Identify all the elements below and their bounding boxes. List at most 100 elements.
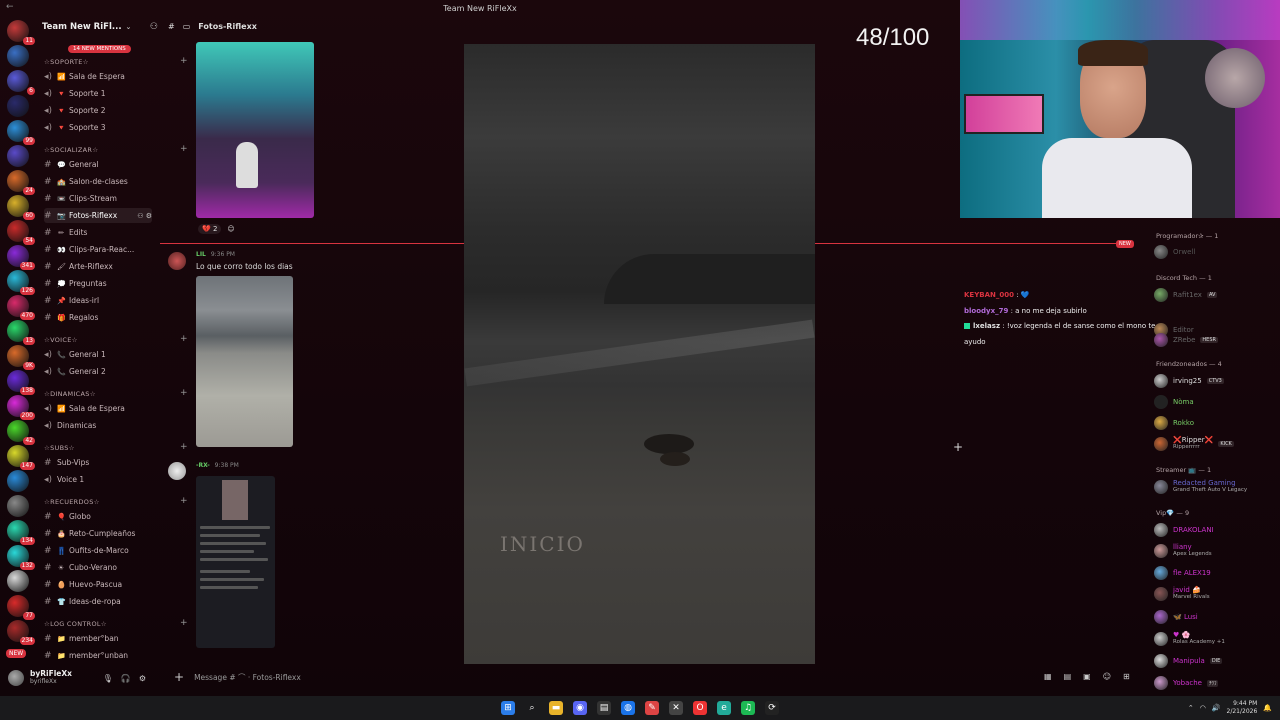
server-icon[interactable]: 147 bbox=[7, 445, 35, 470]
author-name[interactable]: LIL bbox=[196, 251, 206, 258]
channel-item[interactable]: # 👀 Clips-Para-Reac... bbox=[44, 242, 152, 257]
file-explorer-icon[interactable]: ▬ bbox=[549, 701, 563, 715]
channel-item[interactable]: ◂) Dinamicas bbox=[44, 418, 152, 433]
attachment-image[interactable] bbox=[196, 42, 314, 218]
volume-icon[interactable]: 🔊 bbox=[1212, 704, 1221, 712]
channel-category[interactable]: ☆RECUERDOS☆ + bbox=[44, 496, 188, 506]
chevron-up-icon[interactable]: ⌃ bbox=[1188, 704, 1194, 712]
start-icon[interactable]: ⊞ bbox=[501, 701, 515, 715]
channel-item[interactable]: # 🎁 Regalos bbox=[44, 310, 152, 325]
server-icon[interactable] bbox=[7, 145, 29, 167]
channel-item[interactable]: # ✏ Edits bbox=[44, 225, 152, 240]
member-row[interactable]: Nòma bbox=[1154, 394, 1276, 410]
add-member-icon[interactable]: ⚇ bbox=[150, 22, 158, 32]
server-icon[interactable] bbox=[7, 95, 29, 117]
server-icon[interactable]: 13 bbox=[7, 320, 35, 345]
server-icon[interactable]: 234 bbox=[7, 620, 35, 645]
channel-item[interactable]: # 👕 Ideas-de-ropa bbox=[44, 594, 152, 609]
channel-item[interactable]: # 📷 Fotos-Riflexx ⚇ ⚙ bbox=[44, 208, 152, 223]
member-row[interactable]: ♥ 🌸 Rolas Academy +1 bbox=[1154, 631, 1276, 647]
attachment-image[interactable] bbox=[196, 276, 293, 447]
server-icon[interactable]: 9K bbox=[7, 345, 35, 370]
bell-icon[interactable]: 🔔 bbox=[1263, 704, 1272, 712]
member-row[interactable]: Yobache ﾁﾜﾌ bbox=[1154, 675, 1276, 691]
channel-item[interactable]: # 🎂 Reto-Cumpleaños bbox=[44, 526, 152, 541]
clock[interactable]: 9:44 PM 2/21/2026 bbox=[1227, 700, 1258, 716]
member-row[interactable]: Orwell bbox=[1154, 244, 1276, 260]
member-row[interactable]: javid 🍰 Marvel Rivals bbox=[1154, 586, 1276, 602]
server-icon[interactable] bbox=[7, 45, 29, 67]
channel-category[interactable]: ☆SOCIALIZAR☆ + bbox=[44, 144, 188, 154]
app-icon[interactable]: ▤ bbox=[597, 701, 611, 715]
channel-item[interactable]: # 📼 Clips-Stream bbox=[44, 191, 152, 206]
server-icon[interactable]: 11 bbox=[7, 20, 35, 45]
search-icon[interactable]: ⌕ bbox=[525, 701, 539, 715]
wifi-icon[interactable]: ◠ bbox=[1200, 704, 1206, 712]
member-row[interactable]: ❌Ripper❌ Ripperrrrr KICK bbox=[1154, 436, 1276, 452]
app-icon[interactable]: ⟳ bbox=[765, 701, 779, 715]
sticker-icon[interactable]: ▣ bbox=[1083, 672, 1091, 681]
server-icon[interactable]: 60 bbox=[7, 195, 35, 220]
member-row[interactable]: DRAKOLANI bbox=[1154, 522, 1276, 538]
channel-item[interactable]: # 🎈 Globo bbox=[44, 509, 152, 524]
gear-icon[interactable]: ⚙ bbox=[139, 674, 146, 683]
channel-category[interactable]: ☆VOICE☆ + bbox=[44, 334, 188, 344]
heart-reaction[interactable]: 💔 2 bbox=[198, 224, 222, 234]
chat-username[interactable]: KEYBAN_000 bbox=[964, 291, 1014, 299]
member-row[interactable]: ZRebe HESR bbox=[1154, 332, 1276, 348]
channel-item[interactable]: ◂) 🔻 Soporte 1 bbox=[44, 86, 152, 101]
member-row[interactable]: 🦋 Lusi bbox=[1154, 609, 1276, 625]
server-icon[interactable]: 138 bbox=[7, 370, 35, 395]
channel-item[interactable]: # 💭 Preguntas bbox=[44, 276, 152, 291]
server-icon[interactable]: 341 bbox=[7, 245, 35, 270]
member-row[interactable]: Rokko bbox=[1154, 415, 1276, 431]
server-icon[interactable]: 126 bbox=[7, 270, 35, 295]
message-input[interactable]: Message # ⌒ · Fotos-Riflexx bbox=[194, 672, 301, 683]
channel-item[interactable]: # ☀ Cubo-Verano bbox=[44, 560, 152, 575]
server-icon[interactable]: 6 bbox=[7, 70, 35, 95]
gif-icon[interactable]: ▤ bbox=[1064, 672, 1072, 681]
channel-item[interactable]: ◂) 📞 General 2 bbox=[44, 364, 152, 379]
member-row[interactable]: Rafit1ex AV bbox=[1154, 287, 1276, 303]
channel-item[interactable]: ◂) Voice 1 bbox=[44, 472, 152, 487]
channel-item[interactable]: # 💬 General bbox=[44, 157, 152, 172]
app-icon[interactable]: ◍ bbox=[621, 701, 635, 715]
server-icon[interactable]: 200 bbox=[7, 395, 35, 420]
channel-settings-icon[interactable]: ⚇ ⚙ bbox=[137, 212, 152, 220]
channel-item[interactable]: ◂) 🔻 Soporte 2 bbox=[44, 103, 152, 118]
image-viewer[interactable]: INICIO bbox=[464, 44, 815, 664]
server-icon[interactable]: 134 bbox=[7, 520, 35, 545]
member-row[interactable]: Manipula DIE bbox=[1154, 653, 1276, 669]
app-icon[interactable]: ✕ bbox=[669, 701, 683, 715]
apps-icon[interactable]: ⊞ bbox=[1123, 672, 1130, 681]
channel-category[interactable]: ☆DINAMICAS☆ + bbox=[44, 388, 188, 398]
server-header[interactable]: Team New RiFl... ⌄ ⚇ bbox=[36, 16, 158, 38]
channel-category[interactable]: ☆LOG CONTROL☆ + bbox=[44, 618, 188, 628]
message-composer[interactable]: + Message # ⌒ · Fotos-Riflexx bbox=[160, 668, 960, 686]
channel-item[interactable]: # Sub-Vips bbox=[44, 455, 152, 470]
channel-item[interactable]: # 👖 Oufits-de-Marco bbox=[44, 543, 152, 558]
back-arrow-icon[interactable]: ← bbox=[6, 2, 14, 12]
server-icon[interactable] bbox=[7, 570, 29, 592]
server-icon[interactable]: 77 bbox=[7, 595, 35, 620]
server-icon[interactable]: 470 bbox=[7, 295, 35, 320]
channel-item[interactable]: # 🖌 Arte-Riflexx bbox=[44, 259, 152, 274]
chat-username[interactable]: bloodyx_79 bbox=[964, 307, 1008, 315]
server-icon[interactable]: 99 bbox=[7, 120, 35, 145]
member-row[interactable]: lliany Apex Legends bbox=[1154, 543, 1276, 559]
avatar[interactable] bbox=[168, 252, 186, 270]
member-row[interactable]: fle ALEX19 bbox=[1154, 565, 1276, 581]
channel-item[interactable]: ◂) 📶 Sala de Espera bbox=[44, 401, 152, 416]
server-icon[interactable] bbox=[7, 495, 29, 517]
spotify-icon[interactable]: ♫ bbox=[741, 701, 755, 715]
attachment-image[interactable] bbox=[196, 476, 275, 648]
gift-icon[interactable]: ▦ bbox=[1044, 672, 1052, 681]
app-icon[interactable]: ✎ bbox=[645, 701, 659, 715]
channel-item[interactable]: ◂) 📞 General 1 bbox=[44, 347, 152, 362]
chat-username[interactable]: lxelasz bbox=[973, 322, 1000, 330]
server-icon[interactable]: 24 bbox=[7, 170, 35, 195]
channel-item[interactable]: # 📁 member°unban bbox=[44, 648, 152, 663]
member-row[interactable]: Redacted Gaming Grand Theft Auto V Legacy bbox=[1154, 479, 1276, 495]
server-icon[interactable] bbox=[7, 470, 29, 492]
author-name[interactable]: -RX- bbox=[196, 462, 210, 469]
